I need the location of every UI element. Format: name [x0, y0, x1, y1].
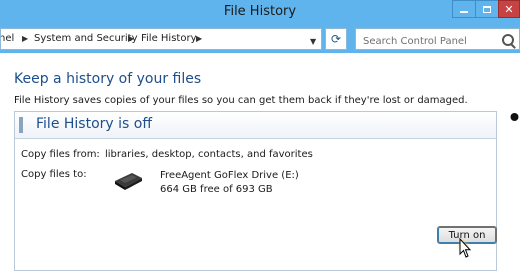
chevron-right-icon[interactable]: ▶: [22, 29, 28, 49]
navigation-bar: nel ▶ System and Security ▶ File History…: [0, 25, 520, 53]
minimize-button[interactable]: [452, 0, 476, 18]
chevron-right-icon[interactable]: ▶: [128, 29, 134, 49]
maximize-icon: [483, 5, 491, 13]
page-description: File History saves copies of your files …: [14, 95, 468, 106]
page-heading: Keep a history of your files: [14, 71, 202, 87]
cursor-icon: [458, 238, 472, 258]
external-drive-icon: [115, 173, 142, 190]
address-bar[interactable]: nel ▶ System and Security ▶ File History…: [0, 28, 322, 50]
drive-name: FreeAgent GoFlex Drive (E:): [160, 170, 299, 181]
maximize-button[interactable]: [475, 0, 499, 18]
breadcrumb-system-and-security[interactable]: System and Security: [34, 29, 138, 49]
refresh-icon: ⟳: [330, 32, 342, 46]
drive-space: 664 GB free of 693 GB: [160, 184, 273, 195]
status-header: File History is off: [15, 112, 496, 139]
copy-to-label: Copy files to:: [21, 169, 87, 180]
scroll-up-icon[interactable]: [509, 113, 520, 121]
breadcrumb-control-panel[interactable]: nel: [1, 29, 14, 49]
chevron-right-icon[interactable]: ▶: [196, 29, 202, 49]
copy-from-label: Copy files from:: [21, 149, 100, 160]
window-title: File History: [223, 4, 297, 19]
search-input[interactable]: [356, 31, 503, 52]
breadcrumb-file-history[interactable]: File History: [141, 29, 197, 49]
copy-from-value: libraries, desktop, contacts, and favori…: [105, 149, 313, 160]
chevron-down-icon[interactable]: ▼: [310, 32, 316, 49]
close-button[interactable]: ✕: [498, 0, 520, 18]
status-accent-bar: [19, 117, 23, 133]
search-box[interactable]: [355, 28, 520, 52]
refresh-button[interactable]: ⟳: [325, 28, 347, 50]
title-bar: File History ✕: [0, 0, 520, 25]
close-icon: ✕: [504, 2, 514, 16]
status-title: File History is off: [36, 116, 152, 132]
content-area: Keep a history of your files File Histor…: [0, 53, 520, 280]
search-icon[interactable]: [502, 34, 514, 46]
minimize-icon: [460, 11, 468, 13]
status-panel: File History is off Copy files from: lib…: [14, 111, 497, 271]
